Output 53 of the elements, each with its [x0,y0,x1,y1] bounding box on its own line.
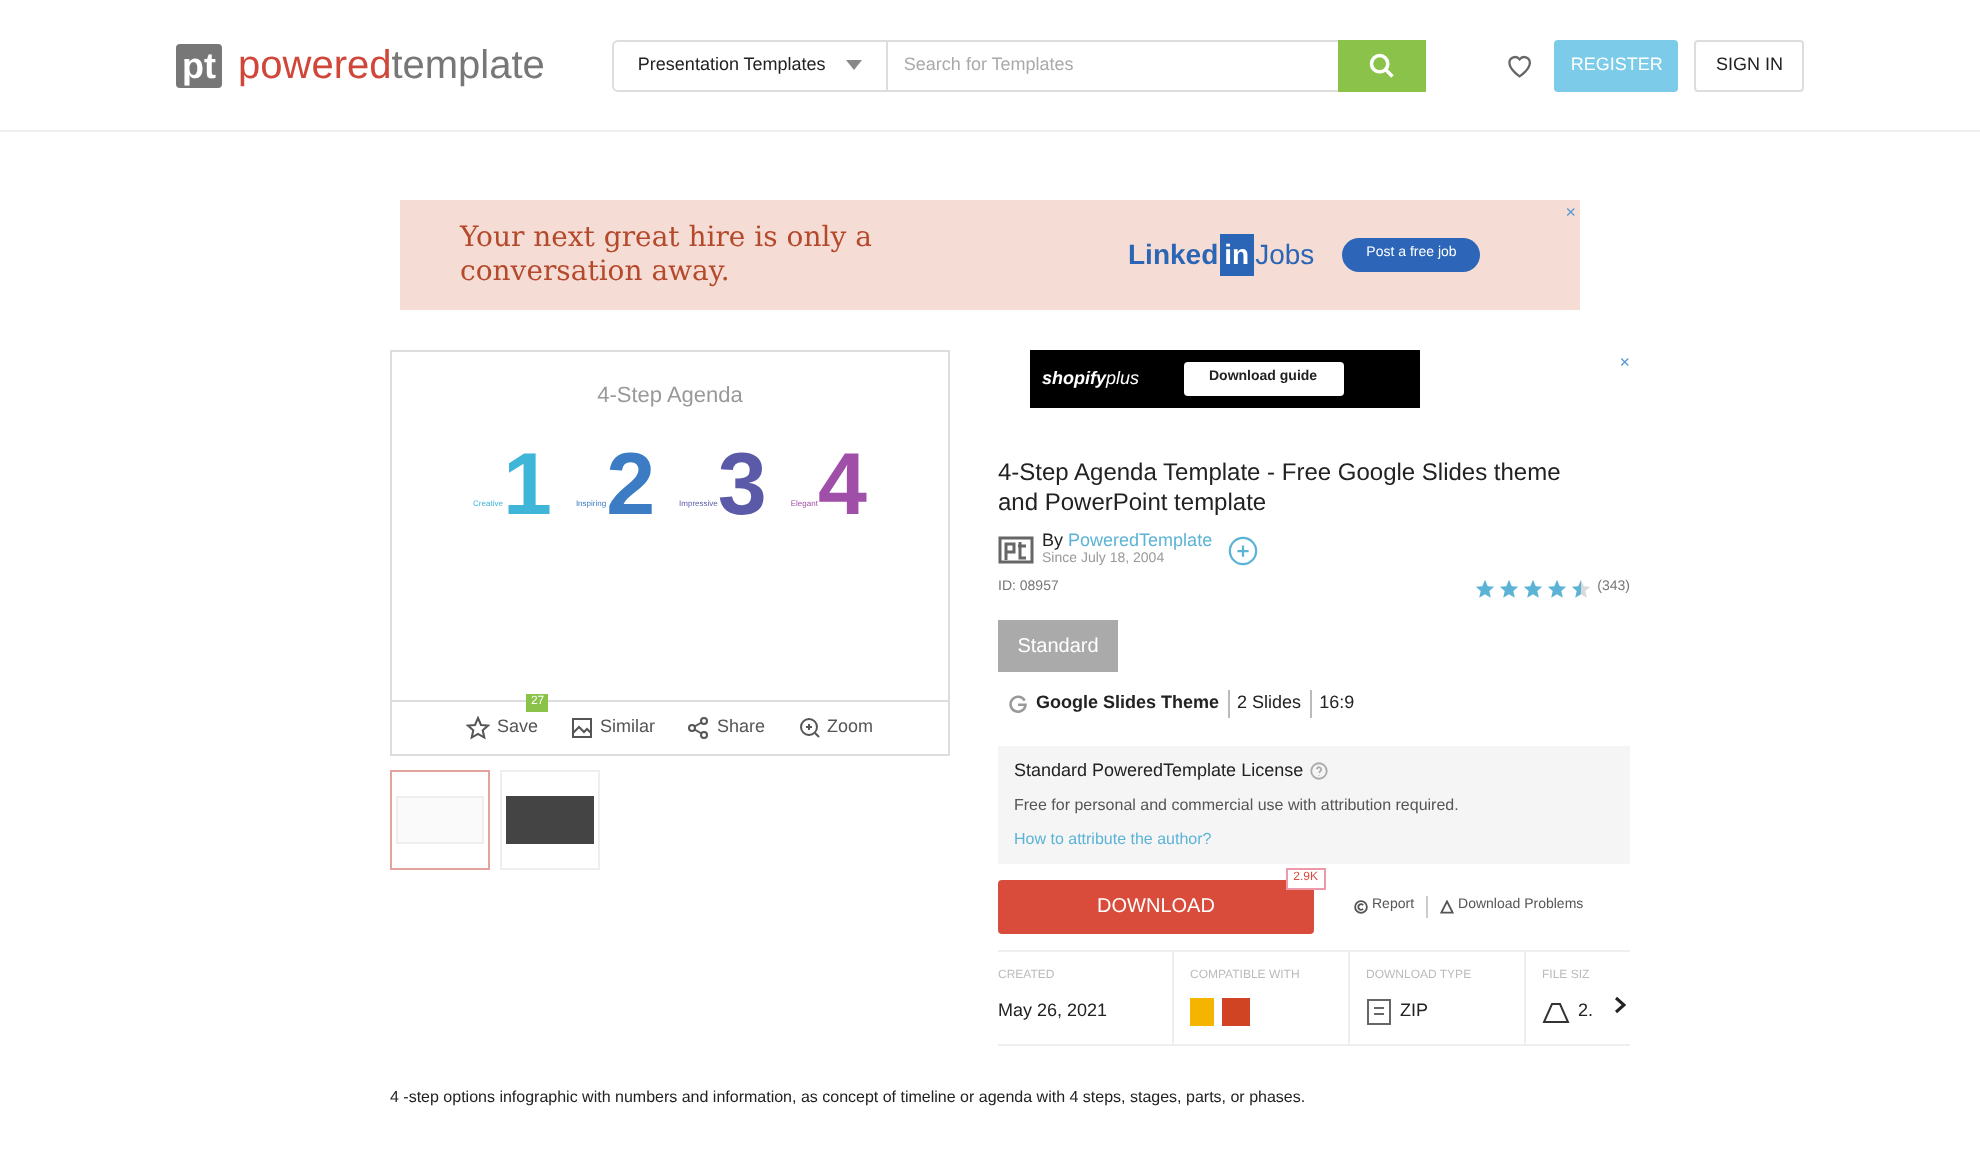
shopify-logo: shopifyplus [1042,365,1140,392]
slide-title: 4-Step Agenda [597,382,743,412]
license-title: Standard PoweredTemplate License [1014,757,1304,784]
slides-icon [1190,998,1214,1026]
template-description: 4 -step options infographic with numbers and information, as concept of timeline or agenda with 4 steps, stages, parts, or phases. [390,1086,1308,1110]
star-icon [466,716,491,740]
weight-icon [1542,998,1570,1025]
download-button[interactable]: DOWNLOAD [998,880,1314,934]
search-field[interactable]: Search for Templates [887,39,1338,91]
copyright-icon [1354,900,1368,914]
star-icon [1545,578,1568,600]
format-label: 2 Slides [1227,690,1302,717]
slide-thumbnail[interactable] [390,770,490,870]
license-text: Free for personal and commercial use with attribution required. [1014,794,1461,818]
category-dropdown[interactable]: Presentation Templates [611,39,888,91]
zip-file-icon [1366,998,1392,1026]
preview-action[interactable]: Zoom [797,714,874,742]
template-title: 4-Step Agenda Template - Free Google Slides theme and PowerPoint template [998,458,1563,518]
image-icon [569,716,594,740]
step-number: 2 [606,437,656,533]
powerpoint-icon [1222,998,1250,1026]
step-number: 1 [502,437,552,533]
chevron-right-icon[interactable] [1614,996,1626,1014]
linkedin-logo: Linked in Jobs [1128,234,1315,276]
preview-action[interactable]: Share [686,714,766,742]
author-line: By PoweredTemplate [1042,530,1213,550]
info-value: 2. [1578,998,1594,1024]
search-icon [1367,51,1396,79]
step-number: 3 [717,437,767,533]
sign-in-button[interactable]: SIGN IN [1694,39,1804,91]
warning-icon [1440,900,1455,914]
info-value: May 26, 2021 [998,998,1108,1024]
format-label: Google Slides Theme [1036,690,1220,716]
help-icon[interactable] [1309,761,1328,780]
step-number: 4 [817,437,867,533]
preview-action[interactable]: Similar [569,714,655,742]
star-icon [1473,578,1496,600]
star-icon [1569,578,1592,600]
heart-icon[interactable] [1505,52,1533,78]
author-logo-icon [998,536,1034,564]
caret-icon [845,60,862,70]
format-label: 16:9 [1309,690,1355,717]
logo-text[interactable]: poweredtemplate [238,35,545,95]
google-icon [1008,693,1028,714]
search-button[interactable] [1337,39,1426,91]
logo-mark: pt [176,43,222,87]
share-icon [686,716,711,740]
info-value: ZIP [1400,998,1429,1025]
star-icon [1497,578,1520,600]
ad-headline: Your next great hire is only a conversation away. [460,221,874,289]
star-icon [1521,578,1544,600]
zoom-icon [797,716,822,740]
plus-icon[interactable] [1228,535,1259,565]
